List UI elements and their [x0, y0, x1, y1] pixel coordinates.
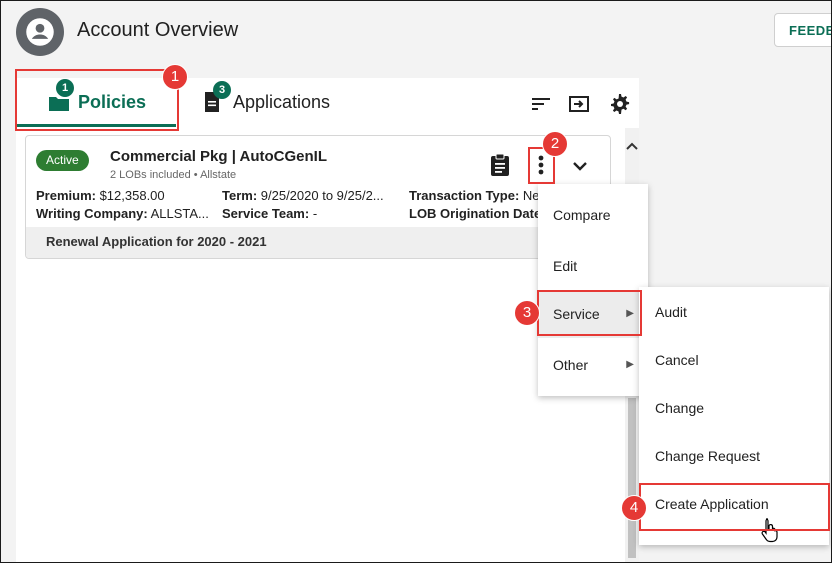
lob-origination-field: LOB Origination Date [409, 206, 542, 221]
caret-right-icon: ▶ [626, 359, 634, 370]
export-icon[interactable] [567, 92, 591, 116]
menu-item-other[interactable]: Other ▶ [538, 341, 648, 389]
app-window: Account Overview FEEDB 1 Policies 3 Appl… [0, 0, 832, 563]
policy-subtitle: 2 LOBs included • Allstate [110, 169, 237, 181]
tab-applications-label: Applications [233, 91, 331, 112]
callout-box-create-application [639, 483, 830, 531]
applications-count-badge: 3 [213, 81, 231, 99]
account-circle-icon [26, 18, 54, 46]
page-title: Account Overview [77, 19, 239, 41]
callout-number-3: 3 [514, 300, 540, 326]
sort-icon[interactable] [529, 92, 553, 116]
scroll-up-arrow-icon[interactable] [625, 140, 639, 154]
transaction-type-field: Transaction Type: Ne [409, 188, 540, 203]
policy-name: Commercial Pkg | AutoCGenIL [110, 148, 328, 165]
submenu-item-audit[interactable]: Audit [639, 288, 829, 336]
clipboard-icon[interactable] [489, 153, 513, 177]
premium-field: Premium: $12,358.00 [36, 188, 165, 203]
callout-box-policies [15, 69, 179, 131]
submenu-item-change[interactable]: Change [639, 384, 829, 432]
writing-company-field: Writing Company: ALLSTA... [36, 206, 209, 221]
chevron-down-icon[interactable] [570, 156, 590, 176]
menu-item-compare[interactable]: Compare [538, 191, 648, 239]
scrollbar-thumb[interactable] [628, 398, 636, 558]
callout-number-2: 2 [542, 131, 568, 157]
callout-number-4: 4 [621, 495, 647, 521]
document-icon: 3 [203, 81, 231, 113]
submenu-item-cancel[interactable]: Cancel [639, 336, 829, 384]
service-team-field: Service Team: - [222, 206, 318, 221]
callout-number-1: 1 [162, 64, 188, 90]
gear-icon[interactable] [607, 92, 631, 116]
feedback-button[interactable]: FEEDB [774, 13, 831, 47]
menu-item-edit[interactable]: Edit [538, 242, 648, 290]
term-field: Term: 9/25/2020 to 9/25/2... [222, 188, 384, 203]
tab-applications[interactable]: 3 Applications [203, 78, 330, 126]
callout-box-service [537, 290, 642, 336]
header-bar: Account Overview FEEDB [1, 1, 831, 63]
status-badge: Active [36, 150, 89, 171]
account-avatar[interactable] [16, 8, 64, 56]
policy-card[interactable]: Active Commercial Pkg | AutoCGenIL 2 LOB… [25, 135, 611, 259]
renewal-application-row[interactable]: Renewal Application for 2020 - 2021 [26, 227, 610, 258]
submenu-item-change-request[interactable]: Change Request [639, 432, 829, 480]
